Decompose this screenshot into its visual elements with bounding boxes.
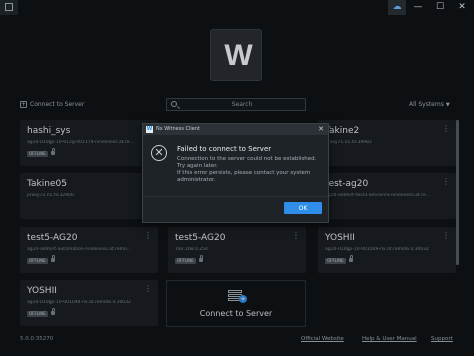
dialog-separator: [143, 196, 328, 197]
dialog-title-bar: W Nx Witness Client ✕: [143, 124, 328, 135]
dialog-heading: Failed to connect to Server: [177, 145, 272, 153]
close-window-button[interactable]: ✕: [453, 0, 471, 15]
window-title-bar: ☁ — ☐ ✕: [0, 0, 474, 15]
window-menu-area[interactable]: [0, 0, 18, 15]
error-icon: ✕: [151, 145, 167, 161]
cloud-icon[interactable]: ☁: [388, 0, 406, 15]
dialog-message-line-1: Connection to the server could not be es…: [177, 156, 317, 169]
error-dialog: W Nx Witness Client ✕ ✕ Failed to connec…: [142, 123, 329, 223]
maximize-button[interactable]: ☐: [431, 0, 449, 15]
main-menu-icon[interactable]: [5, 3, 13, 11]
dialog-title: Nx Witness Client: [156, 126, 200, 132]
minimize-button[interactable]: —: [409, 0, 427, 15]
app-icon: W: [146, 126, 153, 133]
ok-button[interactable]: OK: [284, 202, 322, 214]
dialog-message-line-2: If this error persists, please contact y…: [177, 170, 311, 183]
dialog-message: Connection to the server could not be es…: [177, 156, 322, 184]
dialog-close-button[interactable]: ✕: [318, 125, 324, 134]
